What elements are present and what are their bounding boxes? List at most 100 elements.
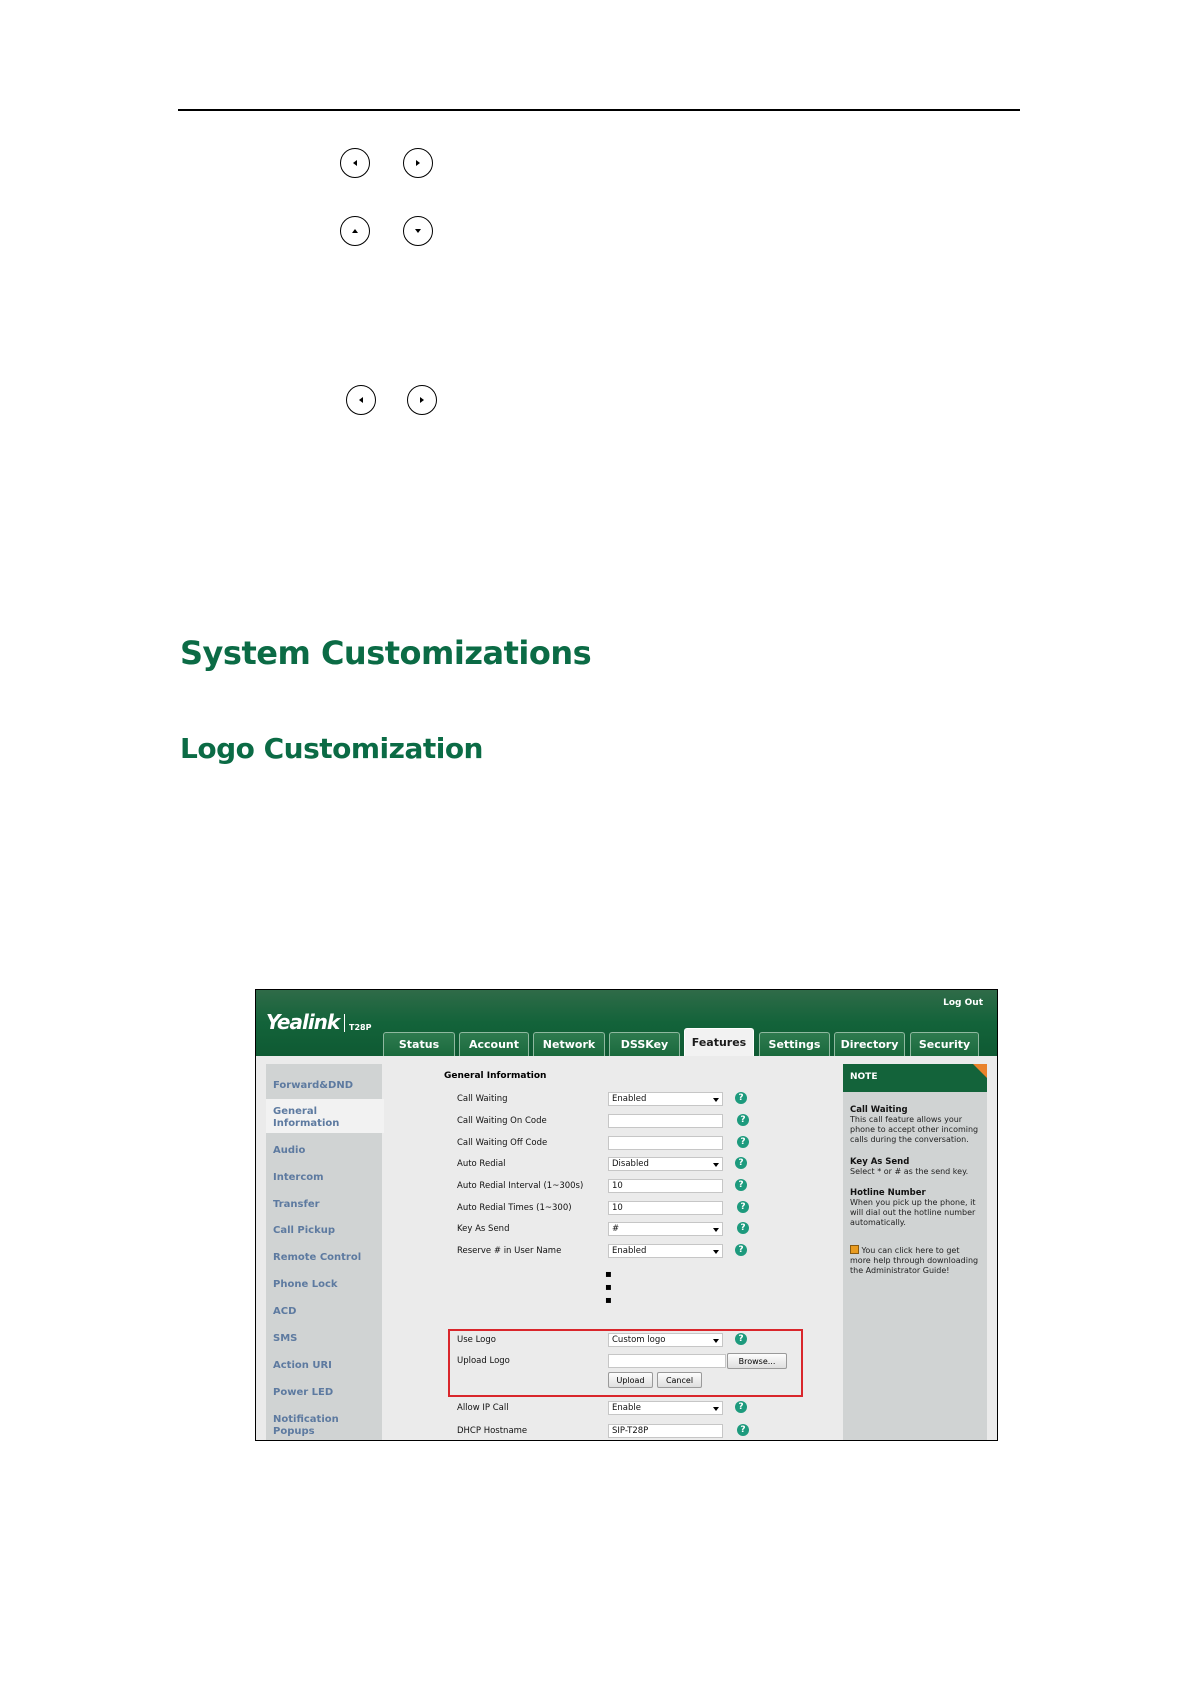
page-corner-icon (973, 1064, 987, 1078)
dhcp-hostname-input[interactable]: SIP-T28P (608, 1424, 723, 1438)
auto-redial-times-input[interactable]: 10 (608, 1201, 723, 1215)
left-arrow-icon (346, 385, 376, 415)
sidebar-item-remote-control[interactable]: Remote Control (273, 1252, 361, 1264)
sidebar-item-action-uri[interactable]: Action URI (273, 1360, 332, 1372)
field-label: Reserve # in User Name (457, 1246, 562, 1256)
field-label: Call Waiting Off Code (457, 1138, 548, 1148)
top-banner: Log Out Yealink T28P Status Account Netw… (256, 990, 997, 1056)
key-as-send-select[interactable]: # (608, 1222, 723, 1236)
use-logo-select[interactable]: Custom logo (608, 1333, 723, 1347)
call-waiting-on-code-input[interactable] (608, 1114, 723, 1128)
call-waiting-select[interactable]: Enabled (608, 1092, 723, 1106)
call-waiting-off-code-input[interactable] (608, 1136, 723, 1150)
section-heading: System Customizations (180, 634, 592, 672)
help-icon[interactable]: ? (735, 1333, 747, 1345)
sidebar-item-forward-dnd[interactable]: Forward&DND (273, 1080, 353, 1092)
brand-logo: Yealink (266, 1010, 340, 1034)
tab-dsskey[interactable]: DSSKey (609, 1032, 680, 1056)
field-label: Upload Logo (457, 1356, 510, 1366)
upload-button[interactable]: Upload (608, 1372, 653, 1388)
sidebar-item-audio[interactable]: Audio (273, 1145, 305, 1157)
help-icon[interactable]: ? (735, 1244, 747, 1256)
tab-status[interactable]: Status (383, 1032, 455, 1056)
ellipsis-dot: ▪ (605, 1295, 612, 1306)
upload-logo-file-input[interactable] (608, 1354, 726, 1368)
tab-security[interactable]: Security (910, 1032, 979, 1056)
note-item-title: Hotline Number (850, 1188, 926, 1198)
brand-divider (344, 1014, 345, 1032)
field-label: Allow IP Call (457, 1403, 509, 1413)
field-label: Key As Send (457, 1224, 510, 1234)
field-label: Call Waiting (457, 1094, 508, 1104)
select-value: Custom logo (612, 1335, 666, 1345)
note-item-title: Call Waiting (850, 1105, 908, 1115)
sidebar-item-sms[interactable]: SMS (273, 1333, 297, 1345)
chevron-down-icon (713, 1163, 719, 1167)
field-label: Auto Redial Interval (1~300s) (457, 1181, 584, 1191)
ellipsis-dot: ▪ (605, 1282, 612, 1293)
help-icon[interactable]: ? (735, 1179, 747, 1191)
select-value: Disabled (612, 1159, 649, 1169)
reserve-hash-select[interactable]: Enabled (608, 1244, 723, 1258)
tab-settings[interactable]: Settings (759, 1032, 830, 1056)
chevron-down-icon (713, 1407, 719, 1411)
auto-redial-select[interactable]: Disabled (608, 1157, 723, 1171)
chevron-down-icon (713, 1250, 719, 1254)
help-icon[interactable]: ? (735, 1092, 747, 1104)
allow-ip-call-select[interactable]: Enable (608, 1401, 723, 1415)
field-label: DHCP Hostname (457, 1426, 528, 1436)
book-icon (850, 1245, 859, 1254)
chevron-down-icon (713, 1228, 719, 1232)
tab-account[interactable]: Account (459, 1032, 529, 1056)
sidebar-item-transfer[interactable]: Transfer (273, 1199, 320, 1211)
select-value: # (612, 1224, 620, 1234)
tab-features[interactable]: Features (684, 1028, 754, 1056)
tab-network[interactable]: Network (533, 1032, 605, 1056)
up-arrow-icon (340, 216, 370, 246)
help-icon[interactable]: ? (735, 1157, 747, 1169)
chevron-down-icon (713, 1339, 719, 1343)
section-title: General Information (444, 1071, 547, 1081)
web-ui-screenshot: Log Out Yealink T28P Status Account Netw… (255, 989, 998, 1441)
left-arrow-icon (340, 148, 370, 178)
cancel-button[interactable]: Cancel (657, 1372, 702, 1388)
tab-directory[interactable]: Directory (834, 1032, 905, 1056)
page-header-rule (178, 109, 1020, 111)
chevron-down-icon (713, 1098, 719, 1102)
browse-button[interactable]: Browse... (727, 1353, 787, 1369)
sidebar-item-intercom[interactable]: Intercom (273, 1172, 324, 1184)
sidebar-item-power-led[interactable]: Power LED (273, 1387, 333, 1399)
help-icon[interactable]: ? (737, 1114, 749, 1126)
sidebar-item-phone-lock[interactable]: Phone Lock (273, 1279, 338, 1291)
note-item-text: This call feature allows your phone to a… (850, 1115, 979, 1144)
sidebar-item-acd[interactable]: ACD (273, 1306, 296, 1318)
down-arrow-icon (403, 216, 433, 246)
sidebar-item-general-information[interactable]: General Information (273, 1106, 353, 1130)
help-icon[interactable]: ? (737, 1136, 749, 1148)
help-icon[interactable]: ? (737, 1424, 749, 1436)
help-icon[interactable]: ? (737, 1201, 749, 1213)
model-label: T28P (349, 1023, 372, 1032)
sidebar-item-notification-popups[interactable]: Notification Popups (273, 1414, 343, 1438)
select-value: Enabled (612, 1094, 647, 1104)
field-label: Auto Redial (457, 1159, 506, 1169)
right-arrow-icon (407, 385, 437, 415)
field-label: Call Waiting On Code (457, 1116, 547, 1126)
ellipsis-dot: ▪ (605, 1269, 612, 1280)
note-item-text: Select * or # as the send key. (850, 1167, 969, 1176)
subsection-heading: Logo Customization (180, 732, 484, 765)
auto-redial-interval-input[interactable]: 10 (608, 1179, 723, 1193)
help-icon[interactable]: ? (735, 1401, 747, 1413)
help-download-text: You can click here to get more help thro… (850, 1246, 979, 1275)
select-value: Enable (612, 1403, 641, 1413)
right-arrow-icon (403, 148, 433, 178)
note-item-text: When you pick up the phone, it will dial… (850, 1198, 976, 1227)
note-header: NOTE (843, 1064, 987, 1092)
field-label: Auto Redial Times (1~300) (457, 1203, 572, 1213)
field-label: Use Logo (457, 1335, 496, 1345)
sidebar-item-call-pickup[interactable]: Call Pickup (273, 1225, 335, 1237)
logout-link[interactable]: Log Out (943, 998, 983, 1008)
help-download-link[interactable]: You can click here to get more help thro… (850, 1245, 982, 1276)
note-item-title: Key As Send (850, 1157, 910, 1167)
help-icon[interactable]: ? (737, 1222, 749, 1234)
